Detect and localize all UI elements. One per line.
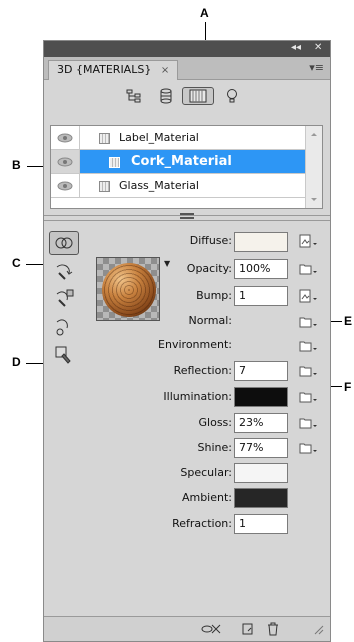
environment-folder-icon[interactable]	[299, 339, 319, 353]
reflection-folder-icon[interactable]	[299, 364, 319, 378]
diffuse-label: Diffuse:	[189, 234, 232, 247]
material-row-label[interactable]: Label_Material	[51, 126, 307, 150]
panel-bottom-bar	[44, 616, 330, 641]
drop-to-mesh-tool-icon[interactable]	[49, 287, 79, 311]
list-scrollbar[interactable]	[305, 126, 322, 208]
shine-folder-icon[interactable]	[299, 441, 319, 455]
normal-folder-icon[interactable]	[299, 315, 319, 329]
opacity-label: Opacity:	[186, 262, 232, 275]
reflection-label: Reflection:	[173, 364, 232, 377]
opacity-folder-icon[interactable]	[299, 262, 319, 276]
material-name: Label_Material	[119, 131, 199, 144]
filter-icon-bar	[44, 80, 330, 112]
eye-icon[interactable]	[51, 150, 80, 173]
close-panel-button[interactable]: ✕	[314, 42, 322, 53]
material-name: Glass_Material	[119, 179, 199, 192]
illumination-swatch[interactable]	[234, 387, 288, 407]
material-swatch-icon	[109, 157, 120, 168]
mesh-filter-icon[interactable]	[156, 87, 176, 105]
refraction-label: Refraction:	[172, 517, 232, 530]
eye-icon[interactable]	[51, 126, 80, 149]
ambient-swatch[interactable]	[234, 488, 288, 508]
callout-e: E	[344, 314, 353, 328]
diffuse-texture-icon[interactable]	[299, 234, 319, 248]
bump-texture-icon[interactable]	[299, 289, 319, 303]
panel-menu-button[interactable]: ▾≡	[309, 61, 324, 74]
preview-dropdown-icon[interactable]: ▼	[164, 259, 170, 268]
panel-tab-row: 3D {MATERIALS} × ▾≡	[44, 57, 330, 80]
scene-filter-icon[interactable]	[124, 87, 144, 105]
eye-icon[interactable]	[51, 174, 80, 197]
refraction-field[interactable]: 1	[234, 514, 288, 534]
diffuse-swatch[interactable]	[234, 232, 288, 252]
material-swatch-icon	[99, 181, 110, 192]
illumination-label: Illumination:	[163, 390, 232, 403]
panel-title-bar: ◂◂ ✕	[44, 41, 330, 57]
delete-icon[interactable]	[265, 621, 281, 637]
specular-label: Specular:	[180, 466, 232, 479]
bump-label: Bump:	[196, 289, 232, 302]
material-name: Cork_Material	[131, 154, 232, 169]
drop-material-tool-icon[interactable]	[49, 259, 79, 283]
new-material-icon[interactable]	[240, 621, 256, 637]
gloss-field[interactable]: 23%	[234, 413, 288, 433]
material-row-glass[interactable]: Glass_Material	[51, 174, 307, 198]
materials-panel: ◂◂ ✕ 3D {MATERIALS} × ▾≡ Label_Material	[43, 40, 331, 642]
collapse-button[interactable]: ◂◂	[291, 42, 301, 53]
bump-field[interactable]: 1	[234, 286, 288, 306]
cork-sphere-icon	[102, 263, 156, 317]
callout-d: D	[12, 355, 21, 369]
tab-3d-materials[interactable]: 3D {MATERIALS} ×	[48, 60, 179, 80]
material-swatch-icon	[99, 133, 110, 144]
material-row-cork[interactable]: Cork_Material	[51, 150, 307, 174]
tab-close-icon[interactable]: ×	[161, 65, 169, 76]
specular-swatch[interactable]	[234, 463, 288, 483]
material-sample-tool-icon[interactable]	[49, 315, 79, 339]
ambient-label: Ambient:	[181, 491, 232, 504]
toggle-overlays-icon[interactable]	[201, 621, 223, 637]
shine-label: Shine:	[197, 441, 232, 454]
illumination-folder-icon[interactable]	[299, 390, 319, 404]
shine-field[interactable]: 77%	[234, 438, 288, 458]
opacity-field[interactable]: 100%	[234, 259, 288, 279]
callout-a: A	[200, 6, 209, 20]
material-list: Label_Material Cork_Material Glass_Mater…	[50, 125, 323, 209]
materials-filter-icon[interactable]	[182, 87, 214, 105]
reflection-field[interactable]: 7	[234, 361, 288, 381]
resize-grip[interactable]	[180, 213, 194, 219]
callout-c: C	[12, 256, 21, 270]
callout-b: B	[12, 158, 21, 172]
resize-corner-icon[interactable]	[310, 621, 326, 637]
material-select-tool-icon[interactable]	[49, 231, 79, 255]
environment-label: Environment:	[158, 338, 232, 351]
callout-f: F	[344, 380, 352, 394]
tab-title: 3D {MATERIALS}	[57, 63, 152, 76]
select-material-tool-icon[interactable]	[49, 343, 79, 367]
normal-label: Normal:	[188, 314, 232, 327]
lights-filter-icon[interactable]	[222, 87, 242, 105]
material-preview[interactable]	[96, 257, 160, 321]
gloss-label: Gloss:	[198, 416, 232, 429]
gloss-folder-icon[interactable]	[299, 416, 319, 430]
